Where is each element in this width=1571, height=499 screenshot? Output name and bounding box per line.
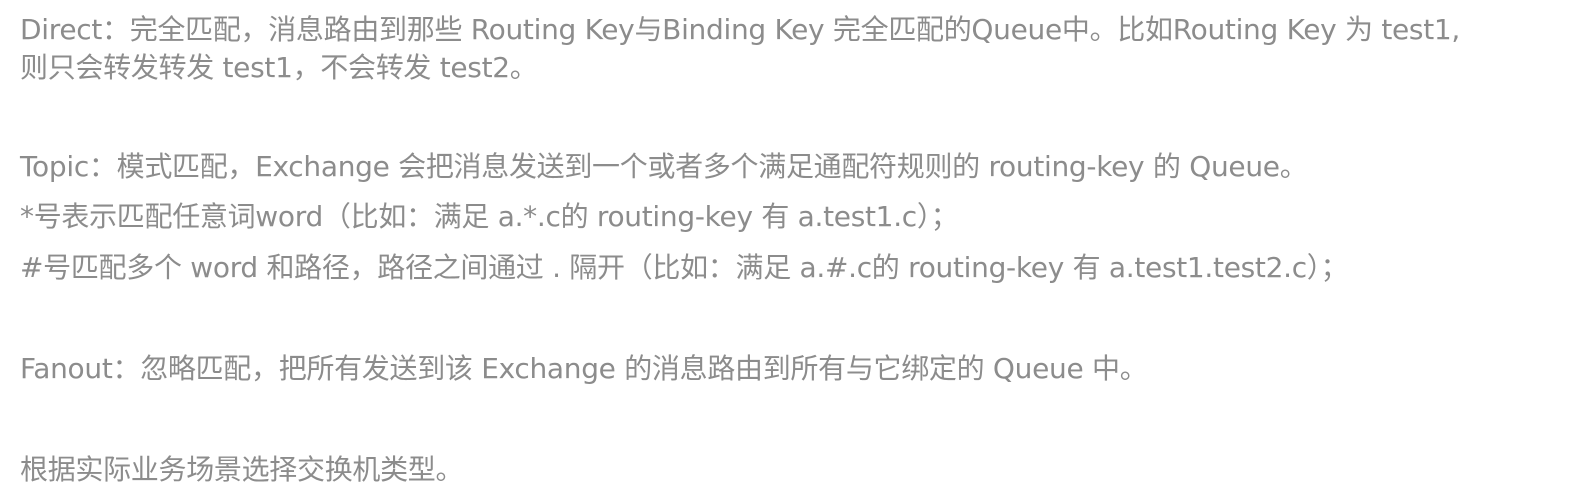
topic-description-line-1: Topic：模式匹配，Exchange 会把消息发送到一个或者多个满足通配符规则… xyxy=(20,150,1308,183)
topic-description-line-3: #号匹配多个 word 和路径，路径之间通过 . 隔开（比如：满足 a.#.c的… xyxy=(20,251,1349,284)
direct-description-line-1: Direct：完全匹配，消息路由到那些 Routing Key与Binding … xyxy=(20,13,1461,46)
conclusion-line: 根据实际业务场景选择交换机类型。 xyxy=(20,453,464,486)
fanout-description-line-1: Fanout：忽略匹配，把所有发送到该 Exchange 的消息路由到所有与它绑… xyxy=(20,352,1148,385)
direct-description-line-2: 则只会转发转发 test1，不会转发 test2。 xyxy=(20,51,538,84)
topic-description-line-2: *号表示匹配任意词word（比如：满足 a.*.c的 routing-key 有… xyxy=(20,200,959,233)
